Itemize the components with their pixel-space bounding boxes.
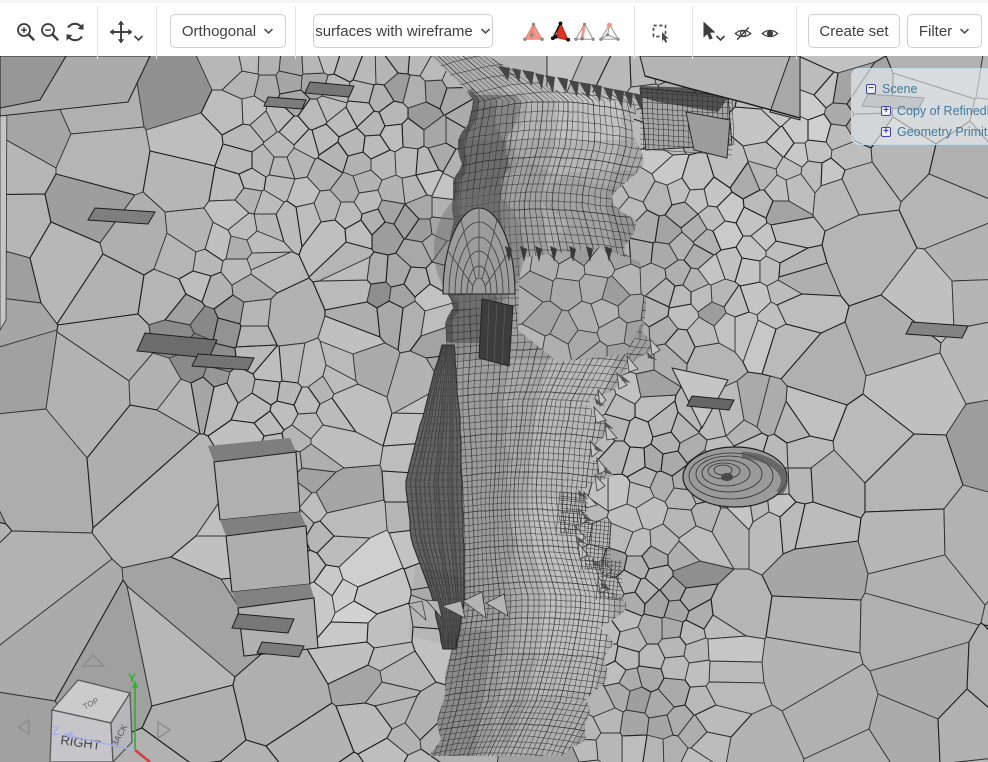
svg-text:Y: Y [128,671,136,685]
svg-text:Z: Z [52,724,59,738]
